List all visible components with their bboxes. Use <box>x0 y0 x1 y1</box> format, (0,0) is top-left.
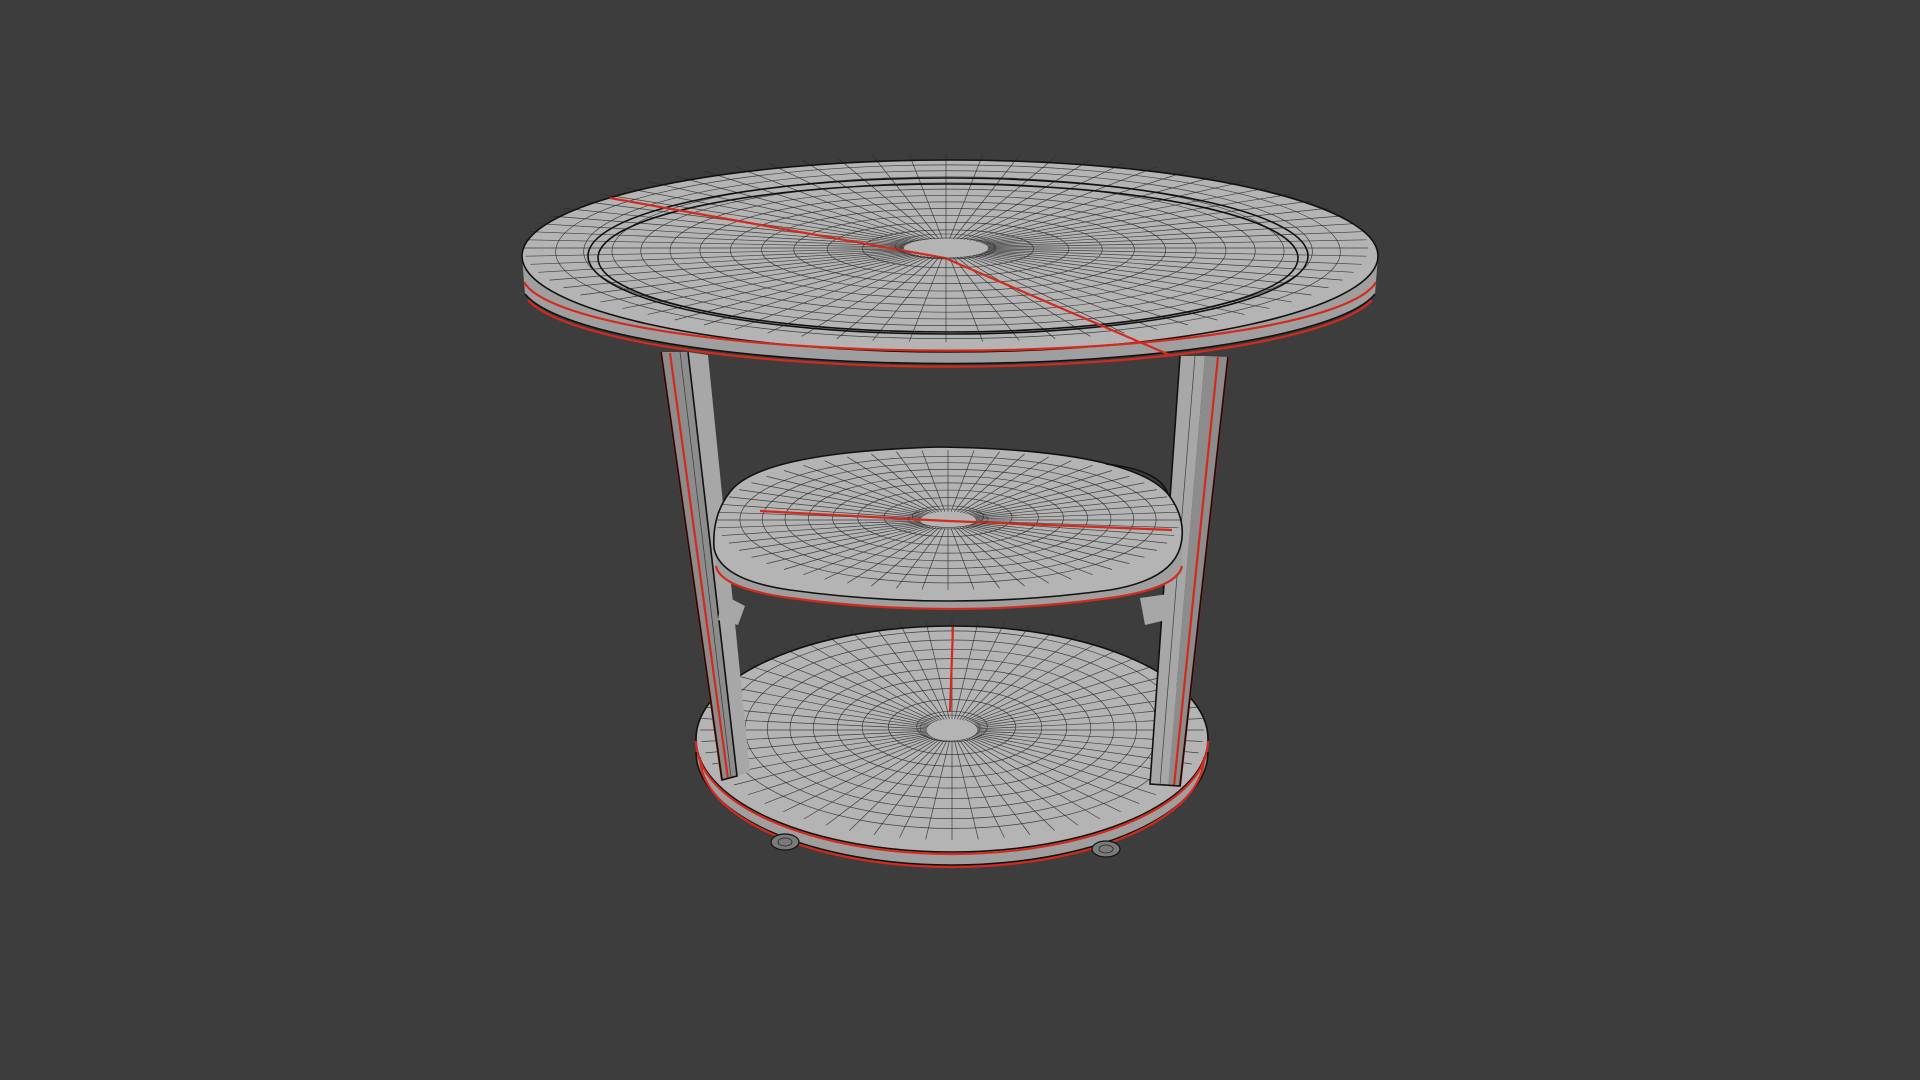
3d-viewport[interactable] <box>0 0 1920 1080</box>
caster-left[interactable] <box>770 833 800 851</box>
viewport-canvas[interactable] <box>0 0 1920 1080</box>
right-shelf-bracket <box>1140 594 1168 625</box>
table-top[interactable] <box>521 154 1379 368</box>
bottom-base[interactable] <box>694 620 1210 869</box>
caster-right[interactable] <box>1091 840 1121 858</box>
middle-shelf[interactable] <box>713 446 1184 611</box>
